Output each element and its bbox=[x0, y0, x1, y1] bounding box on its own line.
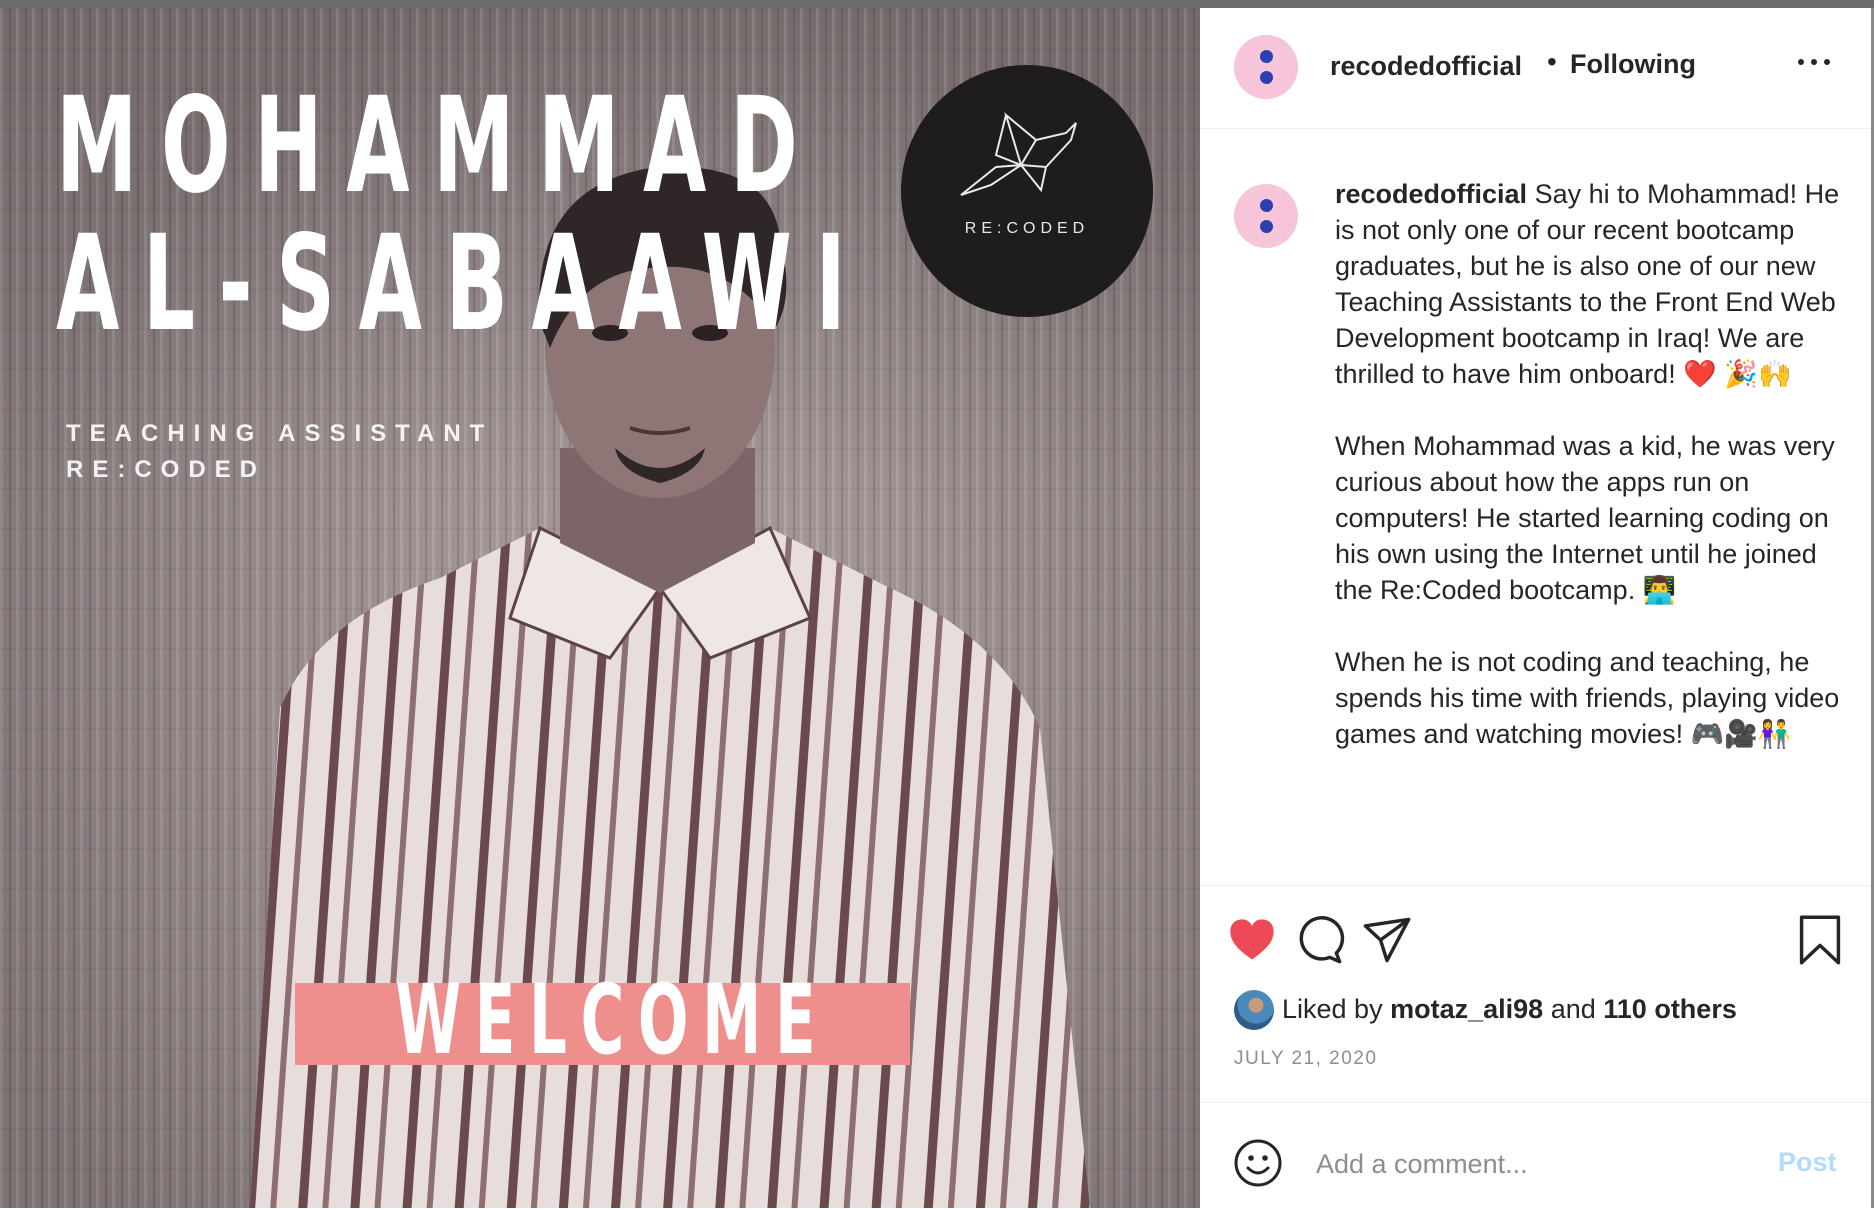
caption-scroll-area[interactable]: recodedofficial Say hi to Mohammad! He i… bbox=[1200, 129, 1871, 886]
crane-logo-icon bbox=[960, 112, 1077, 196]
caption-username[interactable]: recodedofficial bbox=[1335, 179, 1527, 209]
likes-summary: Liked by motaz_ali98 and 110 others bbox=[1234, 988, 1854, 1032]
post-image: MOHAMMAD AL-SABAAWI TEACHING ASSISTANT R… bbox=[0, 8, 1200, 1208]
comment-icon[interactable] bbox=[1293, 914, 1345, 966]
name-line-2: AL-SABAAWI bbox=[56, 207, 870, 361]
likes-text: Liked by motaz_ali98 and 110 others bbox=[1282, 994, 1737, 1025]
avatar[interactable] bbox=[1234, 35, 1298, 99]
post-actions bbox=[1200, 886, 1871, 976]
brand-text: RE:CODED bbox=[964, 220, 1090, 237]
avatar[interactable] bbox=[1234, 990, 1274, 1030]
following-button[interactable]: Following bbox=[1570, 49, 1696, 80]
comment-input[interactable] bbox=[1314, 1141, 1738, 1187]
liker-username[interactable]: motaz_ali98 bbox=[1390, 994, 1543, 1024]
recoded-logo: RE:CODED bbox=[901, 65, 1153, 317]
heart-icon[interactable] bbox=[1226, 914, 1278, 966]
header-username[interactable]: recodedofficial bbox=[1330, 51, 1522, 82]
caption-text: recodedofficial Say hi to Mohammad! He i… bbox=[1335, 176, 1845, 752]
likes-prefix: Liked by bbox=[1282, 994, 1383, 1024]
post-date[interactable]: JULY 21, 2020 bbox=[1234, 1048, 1377, 1070]
comment-bar: Post bbox=[1200, 1102, 1871, 1209]
avatar[interactable] bbox=[1234, 184, 1298, 248]
likes-conjunction: and bbox=[1550, 994, 1596, 1024]
bookmark-icon[interactable] bbox=[1794, 914, 1846, 966]
name-line-1: MOHAMMAD bbox=[56, 69, 822, 223]
post-header: recodedofficial • Following bbox=[1200, 8, 1871, 129]
share-icon[interactable] bbox=[1361, 914, 1413, 966]
caption-paragraph-2: When Mohammad was a kid, he was very cur… bbox=[1335, 431, 1835, 605]
post-sidebar: recodedofficial • Following recodedoffic… bbox=[1200, 8, 1871, 1208]
welcome-text: WELCOME bbox=[395, 964, 830, 1076]
header-separator: • bbox=[1547, 46, 1557, 77]
window-top-border bbox=[0, 0, 1874, 8]
more-horizontal-icon[interactable] bbox=[1796, 52, 1832, 72]
caption-paragraph-1: Say hi to Mohammad! He is not only one o… bbox=[1335, 179, 1840, 389]
likes-others-link[interactable]: 110 others bbox=[1603, 994, 1737, 1024]
smiley-icon[interactable] bbox=[1233, 1138, 1283, 1188]
role-line-1: TEACHING ASSISTANT bbox=[66, 420, 494, 447]
caption-paragraph-3: When he is not coding and teaching, he s… bbox=[1335, 647, 1840, 749]
role-line-2: RE:CODED bbox=[66, 456, 267, 483]
post-button[interactable]: Post bbox=[1778, 1147, 1837, 1178]
